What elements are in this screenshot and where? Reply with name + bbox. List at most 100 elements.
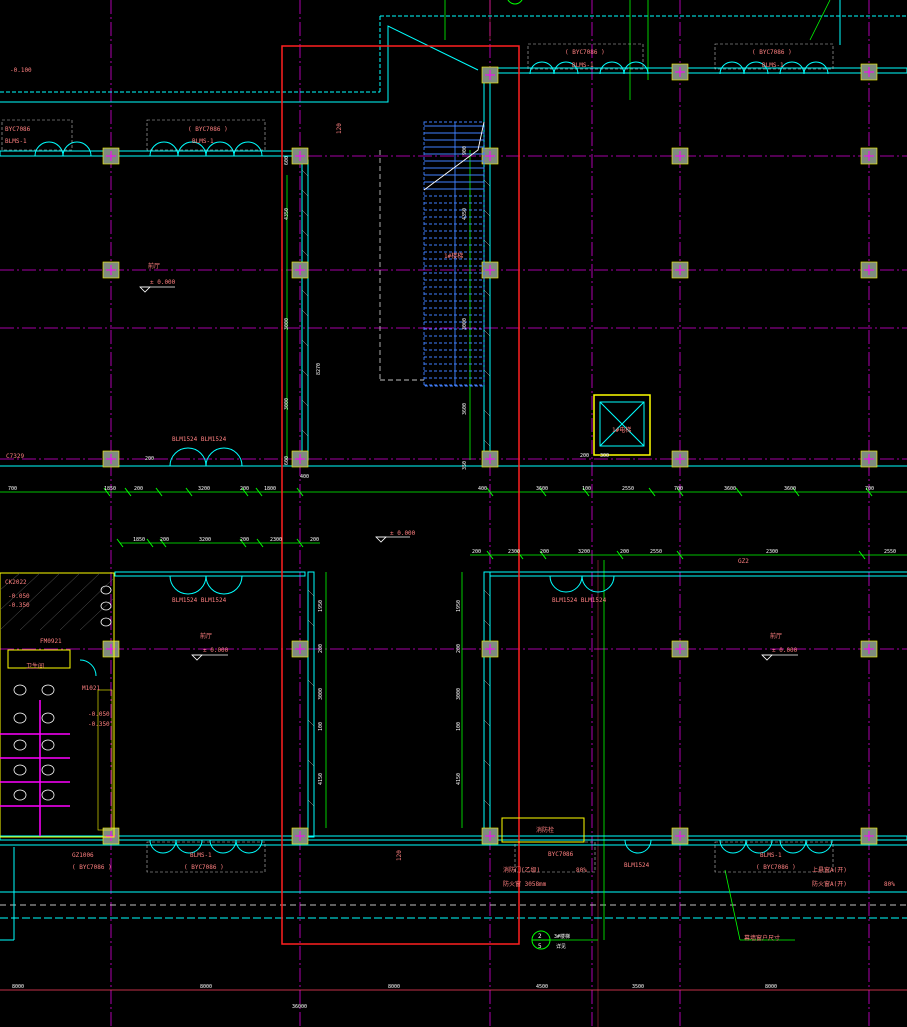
dim-low-right: 2300 xyxy=(508,549,520,555)
window-gz2: GZ2 xyxy=(738,558,749,565)
dim-mid-left: 200 xyxy=(240,486,249,492)
annotations: -0.100 ± 0.000 前厅 ± 0.000 ± 0.000 前厅 ± 0… xyxy=(5,49,895,942)
elev-low-right: ± 0.000 xyxy=(772,647,798,654)
dim-vert-left-lower: 200 xyxy=(318,644,324,653)
dim-vert-left-lower: 100 xyxy=(318,722,324,731)
elev-top-left: -0.100 xyxy=(10,67,32,74)
room-low-left: 前厅 xyxy=(200,632,212,640)
dim-bottom-axis: 4500 xyxy=(536,984,548,990)
dim-vert-center: 3000 xyxy=(462,318,468,330)
dim-vert-center: 4350 xyxy=(462,208,468,220)
dim-mid-left: 1850 xyxy=(104,486,116,492)
level-120-a: 120 xyxy=(336,123,343,134)
window-rb-a: BLMS-1 xyxy=(760,852,782,859)
dim-low-right: 3200 xyxy=(578,549,590,555)
blm-tr1-b: BLMS-1 xyxy=(572,62,594,69)
dim-vert-left: 3000 xyxy=(284,398,290,410)
dim-vert-left-lower: 1950 xyxy=(318,600,324,612)
dim-low-right: 2550 xyxy=(650,549,662,555)
dim-vert-left: 4350 xyxy=(284,208,290,220)
toilet-elev-c: -0.050 xyxy=(88,711,110,718)
dim-low-left: 200 xyxy=(310,537,319,543)
dim-side-small: 400 xyxy=(300,474,309,480)
dim-vert-left: 600 xyxy=(284,156,290,165)
dim-low-right: 2300 xyxy=(766,549,778,555)
dim-mid-left: 3200 xyxy=(198,486,210,492)
fire-note-pct: 80% xyxy=(576,867,587,874)
dim-low-left: 2300 xyxy=(270,537,282,543)
dim-vert-right-lower: 100 xyxy=(456,722,462,731)
dim-vert-right-lower: 200 xyxy=(456,644,462,653)
dim-bottom-total: 36000 xyxy=(292,1004,307,1010)
dim-bottom-axis: 8000 xyxy=(388,984,400,990)
doors xyxy=(34,61,833,854)
window-rb-b: ( BYC7086 ) xyxy=(756,864,796,871)
dim-vert-center: 900 xyxy=(462,146,468,155)
dim-mid-right: 3600 xyxy=(536,486,548,492)
dim-bottom-axis: 8000 xyxy=(200,984,212,990)
elev-low-left: ± 0.000 xyxy=(203,647,229,654)
window-rb-pct: 80% xyxy=(884,881,895,888)
section-sub: 详见 xyxy=(556,943,566,950)
dim-low-right: 200 xyxy=(620,549,629,555)
cad-floor-plan: 1#电梯 2 5 3#楼梯 详见 -0.100 ± 0.000 前厅 ± 0.0… xyxy=(0,0,907,1027)
dim-mid-right: 3600 xyxy=(784,486,796,492)
window-rb-note: 幕墙窗户尺寸 xyxy=(744,934,780,942)
window-gz: GZ1006 xyxy=(72,852,94,859)
dim-mid-right: 2550 xyxy=(622,486,634,492)
dim-low-right: 200 xyxy=(472,549,481,555)
dimension-values: 8000 8000 8000 4500 3500 8000 36000 700 1850 200 3… xyxy=(8,146,896,1010)
top-marker xyxy=(507,0,523,5)
window-ck: CK2022 xyxy=(5,579,27,586)
dim-vert-left: 600 xyxy=(284,456,290,465)
dim-side-small: 200 xyxy=(145,456,154,462)
toilet-label: 卫生间 xyxy=(26,662,44,670)
blm-low-right: BLM1524 BLM1524 xyxy=(552,597,607,604)
blm-tl-a: BYC7086 xyxy=(5,126,31,133)
blm-tr2-a: ( BYC7086 ) xyxy=(752,49,792,56)
dim-side-small: 300 xyxy=(600,453,609,459)
dim-mid-right: 700 xyxy=(674,486,683,492)
blm-bottom-right: BLM1524 xyxy=(624,862,650,869)
dim-low-right: 2550 xyxy=(884,549,896,555)
window-rb-d: 防火窗A(开) xyxy=(812,880,847,888)
dim-vert-left: 3000 xyxy=(284,318,290,330)
blm-mid-left: BLM1524 BLM1524 xyxy=(172,436,227,443)
dimension-lines xyxy=(0,0,907,991)
dim-vert-left-lower: 3000 xyxy=(318,688,324,700)
fire-note-a: BYC7086 xyxy=(548,851,574,858)
dim-mid-left: 1800 xyxy=(264,486,276,492)
fire-note-c: 防火窗 3058mm xyxy=(503,880,547,888)
dim-low-left: 200 xyxy=(160,537,169,543)
dim-bottom-axis: 8000 xyxy=(12,984,24,990)
elev-center: ± 0.000 xyxy=(390,530,416,537)
dimension-ticks xyxy=(103,487,873,560)
elev-hall-left: ± 0.000 xyxy=(150,279,176,286)
dim-vert-center: 350 xyxy=(462,461,468,470)
stair-label: 1#楼梯 xyxy=(444,252,463,260)
elevator-label: 1#电梯 xyxy=(612,426,631,434)
blm-tl2-a: ( BYC7086 ) xyxy=(188,126,228,133)
blm-tl-b: BLMS-1 xyxy=(5,138,27,145)
blm-tl2-b: BLMS-1 xyxy=(192,138,214,145)
blm-tr1-a: ( BYC7086 ) xyxy=(565,49,605,56)
dim-mid-right: 400 xyxy=(478,486,487,492)
dim-mid-right: 700 xyxy=(865,486,874,492)
dim-bottom-axis: 8000 xyxy=(765,984,777,990)
fire-note-b: 消防门(乙级) xyxy=(503,866,540,874)
section-num: 2 xyxy=(538,933,542,940)
selection-highlight xyxy=(281,45,520,945)
dim-mid-left: 700 xyxy=(8,486,17,492)
toilet-elev-d: -0.350 xyxy=(88,721,110,728)
window-boxes xyxy=(1,43,834,873)
door-fm: FM0921 xyxy=(40,638,62,645)
section-note: 3#楼梯 xyxy=(554,933,570,940)
blm-tr2-b: BLMS-1 xyxy=(762,62,784,69)
interior-walls xyxy=(0,67,907,841)
dim-vert-left-lower: 4150 xyxy=(318,773,324,785)
toilet-elev-a: -0.050 xyxy=(8,593,30,600)
dim-low-left: 200 xyxy=(240,537,249,543)
blm-bottom-a: BLMS-1 xyxy=(190,852,212,859)
toilet-elev-b: -0.350 xyxy=(8,602,30,609)
dim-vert-center: 3600 xyxy=(462,403,468,415)
